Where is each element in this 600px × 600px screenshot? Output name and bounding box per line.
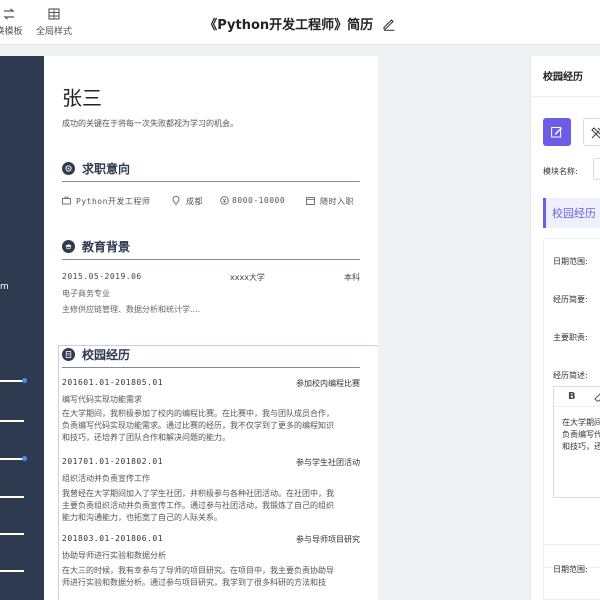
resume-sidebar: m [0,56,44,600]
section-campus[interactable]: 校园经历 [62,344,360,368]
resume-name[interactable]: 张三 [62,82,102,111]
education-major: 电子商务专业 [62,289,110,298]
resume-motto[interactable]: 成功的关键在于将每一次失败都视为学习的机会。 [62,118,238,129]
education-period: 2015.05-2019.06 [62,272,142,281]
sidebar-text: m [0,282,9,292]
desc-line: 师进行实验和数据分析。通过参与项目研究，我学到了很多科研的方法和技 [62,578,326,587]
editor-line: 在大学期间 [562,418,600,427]
desc-line: 负责编写代码实现功能需求。通过比赛的经历，我不仅学到了更多的编程知识 [62,421,334,430]
editor-line: 和技巧，还 [562,442,600,451]
description-label: 经历简述: [553,371,588,380]
panel-title: 校园经历 [543,72,583,83]
module-name-label: 模块名称: [543,167,578,176]
top-toolbar: 换模板 全局样式 《Python开发工程师》简历 [0,0,600,45]
duty-label: 主要职责: [553,333,588,342]
desc-line: 主要负责组织活动并负责宣传工作。通过参与社团活动，我锻炼了自己的组织 [62,501,334,510]
job-position: Python开发工程师 [76,197,151,206]
job-availability: 随时入职 [320,197,354,206]
location-icon [172,196,180,205]
resume-paper: 张三 成功的关键在于将每一次失败都视为学习的机会。 求职意向 Python开发工… [44,56,378,600]
entry-description: 在大三的时候，我有幸参与了导师的项目研究。在项目中，我主要负责协助导 师进行实验… [62,565,360,589]
skill-bar-knob[interactable] [22,378,27,383]
module-banner-text: 校园经历 [552,207,596,220]
module-editor-panel: 校园经历 模块名称: 校园经历 日期范围: 经历简要: 主要职责: 经历简述: … [530,56,600,600]
module-banner: 校园经历 [543,198,600,228]
target-icon [62,162,75,175]
edit-title-icon[interactable] [382,17,396,31]
education-school: xxxx大学 [230,273,265,282]
skill-bar-knob[interactable] [22,456,27,461]
entry-period: 201601.01-201805.01 [62,378,164,387]
entry-name: 参与导师项目研究 [296,535,360,544]
desc-line: 在大学期间，我积极参加了校内的编程比赛。在比赛中，我与团队成员合作， [62,409,334,418]
editor-toolbar: B [554,387,600,407]
section-title: 校园经历 [82,348,131,362]
edit-icon [551,127,562,138]
document-title: 《Python开发工程师》简历 [0,14,600,33]
section-education[interactable]: 教育背景 [62,236,360,260]
editor-line: 负责编写代 [562,430,600,439]
brief-label: 经历简要: [553,295,588,304]
section-title: 教育背景 [82,240,131,254]
desc-line: 能力和沟通能力，也拓宽了自己的人际关系。 [62,513,222,522]
entry-period: 201803.01-201806.01 [62,534,164,543]
entry-description: 在大学期间，我积极参加了校内的编程比赛。在比赛中，我与团队成员合作， 负责编写代… [62,408,360,444]
skill-bar [0,570,24,572]
entry-role: 组织活动并负责宣传工作 [62,474,150,483]
rich-text-editor[interactable]: B 在大学期间 负责编写代 和技巧，还 [553,386,600,498]
desc-line: 我曾经在大学期间加入了学生社团，并积极参与各种社团活动。在社团中，我 [62,489,334,498]
edit-content-button[interactable] [543,118,571,146]
money-icon [220,196,229,205]
eraser-icon[interactable] [594,392,600,402]
style-button[interactable] [583,118,600,146]
calendar-icon [306,197,315,205]
section-title: 求职意向 [82,162,131,176]
entry-period: 201701.01-201802.01 [62,457,164,466]
document-icon [62,348,75,361]
tools-icon [591,127,600,139]
entry-role: 协助导师进行实验和数据分析 [62,551,166,560]
job-salary: 8000-10000 [232,196,286,205]
skill-bar [0,420,24,422]
bold-button[interactable]: B [568,391,576,402]
desc-line: 和技巧，还培养了团队合作和解决问题的能力。 [62,433,230,442]
briefcase-icon [62,196,71,205]
job-city: 成都 [186,197,203,206]
editor-content[interactable]: 在大学期间 负责编写代 和技巧，还 [562,417,600,453]
divider [531,96,600,97]
date-range-label: 日期范围: [553,565,588,574]
skill-bar [0,533,24,535]
document-title-text: 《Python开发工程师》简历 [204,18,374,33]
entry-description: 我曾经在大学期间加入了学生社团，并积极参与各种社团活动。在社团中，我 主要负责组… [62,488,360,524]
desc-line: 在大三的时候，我有幸参与了导师的项目研究。在项目中，我主要负责协助导 [62,566,334,575]
date-range-label: 日期范围: [553,257,588,266]
education-degree: 本科 [344,273,360,282]
education-courses: 主修供应链管理、数据分析和统计学.... [62,305,201,314]
entry-role: 编写代码实现功能需求 [62,395,142,404]
skill-bar [0,496,24,498]
graduation-cap-icon [62,240,75,253]
entry-name: 参加校内编程比赛 [296,379,360,388]
section-job-intent[interactable]: 求职意向 [62,158,360,182]
entry-name: 参与学生社团活动 [296,458,360,467]
module-name-input[interactable] [593,158,600,180]
